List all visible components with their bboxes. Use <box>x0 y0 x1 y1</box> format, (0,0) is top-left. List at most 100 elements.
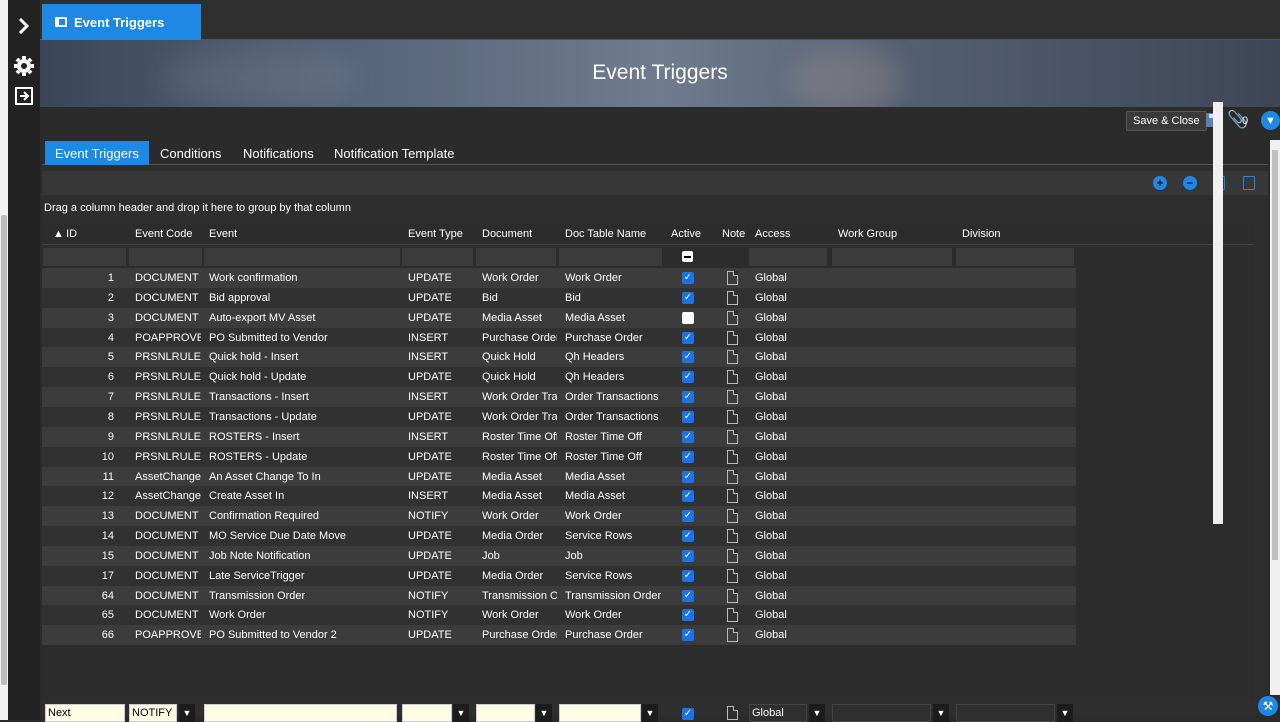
new-doc-table-field[interactable] <box>559 704 641 722</box>
note-icon[interactable] <box>727 390 738 405</box>
active-checkbox[interactable]: ✓ <box>682 291 694 304</box>
table-row[interactable]: 8 PRSNLRULES Transactions - Update UPDATE Wo… <box>42 406 1076 427</box>
table-row[interactable]: 5 PRSNLRULES Quick hold - Insert INSERT Quic… <box>42 347 1076 368</box>
tab-event-triggers[interactable]: Event Triggers <box>45 141 149 165</box>
note-icon[interactable] <box>727 310 738 325</box>
active-checkbox[interactable]: ✓ <box>682 410 694 423</box>
division-dropdown-icon[interactable]: ▼ <box>1057 704 1073 722</box>
note-icon[interactable] <box>727 271 738 285</box>
active-checkbox[interactable] <box>682 311 694 324</box>
browser-scrollbar[interactable] <box>0 0 8 720</box>
table-row[interactable]: 9 PRSNLRULES ROSTERS - Insert INSERT Roster … <box>42 426 1076 447</box>
excel-icon[interactable] <box>1243 176 1255 190</box>
filter-event-code[interactable] <box>129 248 202 266</box>
note-icon[interactable] <box>727 568 738 583</box>
column-header-id[interactable]: ▲ ID <box>53 224 133 244</box>
column-header-event-code[interactable]: Event Code <box>135 224 205 244</box>
app-tab-event-triggers[interactable]: Event Triggers <box>42 4 201 40</box>
grid-scrollbar[interactable] <box>1213 102 1223 524</box>
filter-active-checkbox[interactable] <box>682 251 693 262</box>
table-row[interactable]: 7 PRSNLRULES Transactions - Insert INSERT Wo… <box>42 387 1076 408</box>
note-icon[interactable] <box>727 290 738 305</box>
table-row[interactable]: 4 POAPPROVEI PO Submitted to Vendor INSERT P… <box>42 327 1076 348</box>
column-header-doc-table-name[interactable]: Doc Table Name <box>565 224 665 244</box>
active-checkbox[interactable]: ✓ <box>682 510 694 523</box>
page-scrollbar[interactable] <box>1270 140 1280 695</box>
note-icon[interactable] <box>727 429 738 444</box>
active-checkbox[interactable]: ✓ <box>682 569 694 582</box>
new-event-field[interactable] <box>204 704 397 722</box>
note-icon[interactable] <box>727 628 738 643</box>
gear-icon[interactable] <box>12 54 36 78</box>
note-icon[interactable] <box>727 529 738 544</box>
new-note-icon[interactable] <box>727 706 738 720</box>
event-code-dropdown-icon[interactable]: ▼ <box>179 704 195 722</box>
note-icon[interactable] <box>727 330 738 345</box>
note-icon[interactable] <box>727 469 738 484</box>
table-row[interactable]: 66 POAPPROVEI PO Submitted to Vendor 2 UPDA… <box>42 625 1076 646</box>
active-checkbox[interactable]: ✓ <box>682 609 694 622</box>
work-group-dropdown-icon[interactable]: ▼ <box>933 704 949 722</box>
filter-division[interactable] <box>956 248 1074 266</box>
filter-doc-table-name[interactable] <box>559 248 662 266</box>
active-checkbox[interactable]: ✓ <box>682 391 694 404</box>
table-row[interactable]: 6 PRSNLRULES Quick hold - Update UPDATE Quic… <box>42 367 1076 388</box>
minus-circle-icon[interactable]: − <box>1183 176 1197 190</box>
new-id-field[interactable]: Next <box>45 704 125 722</box>
event-type-dropdown-icon[interactable]: ▼ <box>453 704 469 722</box>
filter-event[interactable] <box>204 248 400 266</box>
note-icon[interactable] <box>727 509 738 524</box>
tab-notification-template[interactable]: Notification Template <box>324 141 464 165</box>
new-work-group-field[interactable] <box>832 704 931 722</box>
active-checkbox[interactable]: ✓ <box>682 272 694 284</box>
filter-work-group[interactable] <box>832 248 952 266</box>
table-row[interactable]: 11 AssetChanged An Asset Change To In UPDAT… <box>42 466 1076 487</box>
exit-icon[interactable] <box>12 84 36 108</box>
new-event-type-field[interactable] <box>402 704 452 722</box>
note-icon[interactable] <box>727 608 738 623</box>
filter-document[interactable] <box>476 248 556 266</box>
note-icon[interactable] <box>727 409 738 424</box>
table-row[interactable]: 15 DOCUMENT Job Note Notification UPDATE Job… <box>42 545 1076 566</box>
chevron-right-icon[interactable] <box>12 14 36 38</box>
column-header-document[interactable]: Document <box>482 224 560 244</box>
active-checkbox[interactable]: ✓ <box>682 589 694 602</box>
new-active-checkbox[interactable]: ✓ <box>682 708 694 720</box>
new-document-field[interactable] <box>476 704 535 722</box>
note-icon[interactable] <box>727 489 738 504</box>
column-header-active[interactable]: Active <box>671 224 711 244</box>
table-row[interactable]: 14 DOCUMENT MO Service Due Date Move UPDATE… <box>42 526 1076 547</box>
table-row[interactable]: 10 PRSNLRULES ROSTERS - Update UPDATE Roster… <box>42 446 1076 467</box>
table-row[interactable]: 65 DOCUMENT Work Order NOTIFY Work Order Work… <box>42 605 1076 626</box>
active-checkbox[interactable]: ✓ <box>682 530 694 543</box>
doc-table-dropdown-icon[interactable]: ▼ <box>642 704 658 722</box>
active-checkbox[interactable]: ✓ <box>682 490 694 503</box>
active-checkbox[interactable]: ✓ <box>682 430 694 443</box>
chevron-down-icon[interactable]: ▼ <box>1261 111 1280 130</box>
save-close-button[interactable]: Save & Close <box>1126 111 1207 131</box>
active-checkbox[interactable]: ✓ <box>682 331 694 344</box>
note-icon[interactable] <box>727 588 738 603</box>
table-row[interactable]: 1 DOCUMENT Work confirmation UPDATE Work Ord… <box>42 268 1076 288</box>
note-icon[interactable] <box>727 449 738 464</box>
browser-scrollbar-thumb[interactable] <box>1 215 7 685</box>
table-row[interactable]: 12 AssetChanged Create Asset In INSERT Media… <box>42 486 1076 507</box>
column-header-division[interactable]: Division <box>962 224 1062 244</box>
column-header-event-type[interactable]: Event Type <box>408 224 478 244</box>
wrench-icon[interactable]: ⚒ <box>1258 696 1278 716</box>
note-icon[interactable] <box>727 548 738 563</box>
filter-id[interactable] <box>43 248 126 266</box>
table-row[interactable]: 17 DOCUMENT Late ServiceTrigger UPDATE Media… <box>42 565 1076 586</box>
column-header-work-group[interactable]: Work Group <box>838 224 938 244</box>
table-row[interactable]: 13 DOCUMENT Confirmation Required NOTIFY Wor… <box>42 506 1076 527</box>
new-event-code-field[interactable]: NOTIFY <box>129 704 177 722</box>
active-checkbox[interactable]: ✓ <box>682 351 694 364</box>
table-row[interactable]: 2 DOCUMENT Bid approval UPDATE Bid Bid Global ✓ <box>42 287 1076 308</box>
note-icon[interactable] <box>727 370 738 385</box>
active-checkbox[interactable]: ✓ <box>682 549 694 562</box>
active-checkbox[interactable]: ✓ <box>682 450 694 463</box>
new-division-field[interactable] <box>956 704 1055 722</box>
tab-notifications[interactable]: Notifications <box>233 141 324 165</box>
document-dropdown-icon[interactable]: ▼ <box>536 704 552 722</box>
active-checkbox[interactable]: ✓ <box>682 470 694 483</box>
